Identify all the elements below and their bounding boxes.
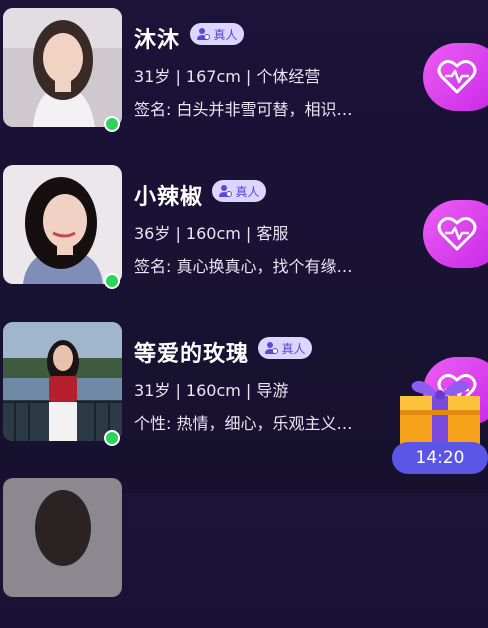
- avatar-photo: [3, 322, 122, 441]
- avatar[interactable]: [3, 478, 122, 597]
- avatar[interactable]: [3, 165, 122, 284]
- badge-label: 真人: [281, 341, 306, 356]
- user-name: 沐沐: [134, 28, 181, 53]
- person-icon: [219, 185, 233, 197]
- avatar-photo: [3, 165, 122, 284]
- heart-pulse-icon: [437, 59, 477, 94]
- user-bio: 签名: 真心换真心，找个有缘…: [134, 257, 353, 276]
- user-meta: 31岁 | 167cm | 个体经营: [134, 67, 321, 86]
- gift-widget[interactable]: 14:20: [392, 368, 488, 476]
- online-indicator: [104, 430, 120, 446]
- user-bio: 签名: 白头并非雪可替，相识…: [134, 100, 353, 119]
- badge-label: 真人: [213, 27, 238, 42]
- user-name: 等爱的玫瑰: [134, 342, 250, 367]
- avatar-photo: [3, 478, 122, 597]
- online-indicator: [104, 116, 120, 132]
- avatar[interactable]: [3, 322, 122, 441]
- avatar-photo: [3, 8, 122, 127]
- user-card[interactable]: 小辣椒 真人 36岁 | 160cm | 客服 签名: 真心换真心，找个有缘…: [0, 165, 488, 315]
- heart-pulse-icon: [437, 216, 477, 251]
- badge-label: 真人: [235, 184, 260, 199]
- verified-badge: 真人: [258, 337, 312, 359]
- user-card[interactable]: [0, 478, 488, 628]
- user-name: 小辣椒: [134, 185, 204, 210]
- person-icon: [197, 28, 211, 40]
- verified-badge: 真人: [190, 23, 244, 45]
- online-indicator: [104, 273, 120, 289]
- user-card[interactable]: 沐沐 真人 31岁 | 167cm | 个体经营 签名: 白头并非雪可替，相识…: [0, 8, 488, 158]
- avatar[interactable]: [3, 8, 122, 127]
- user-meta: 31岁 | 160cm | 导游: [134, 381, 289, 400]
- like-button[interactable]: [423, 200, 488, 268]
- like-button[interactable]: [423, 43, 488, 111]
- countdown-timer: 14:20: [392, 442, 488, 474]
- verified-badge: 真人: [212, 180, 266, 202]
- user-bio: 个性: 热情，细心，乐观主义…: [134, 414, 353, 433]
- user-meta: 36岁 | 160cm | 客服: [134, 224, 289, 243]
- person-icon: [265, 342, 279, 354]
